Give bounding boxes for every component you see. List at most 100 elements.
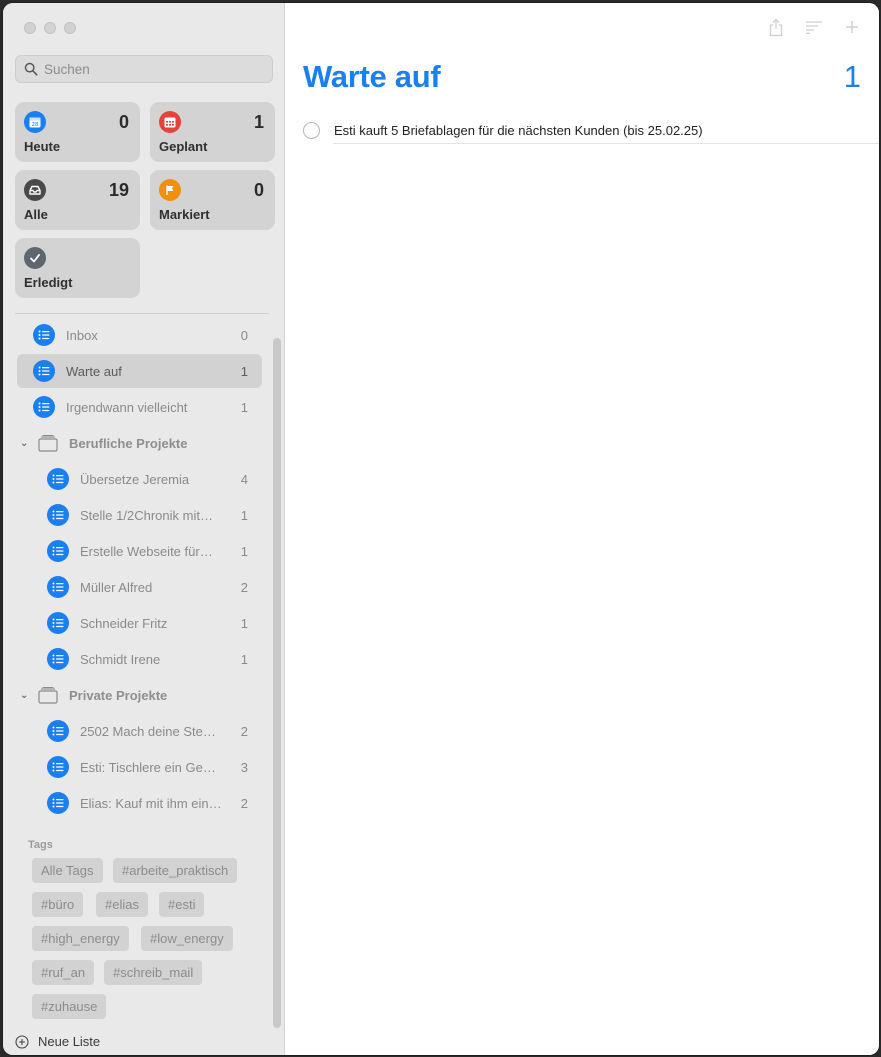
list-name: Warte auf [66,363,122,379]
add-reminder-icon[interactable] [843,17,861,37]
group-private-projekte[interactable]: ⌄ Private Projekte [20,680,167,710]
list-name: 2502 Mach deine Ste… [80,723,216,739]
list-item[interactable]: Esti: Tischlere ein Ge… 3 [17,750,262,784]
row-separator [333,143,879,144]
list-count: 2 [240,579,248,595]
list-count: 1 [240,543,248,559]
list-count: 0 [240,327,248,343]
list-item-inbox[interactable]: Inbox 0 [17,318,262,352]
search-box[interactable] [15,55,273,83]
main-content: Warte auf 1 Esti kauft 5 Briefablagen fü… [285,3,879,1055]
smart-list-count: 19 [108,180,129,200]
tag-chip[interactable]: #high_energy [32,926,129,951]
complete-checkbox[interactable] [303,121,320,139]
smart-list-label: Erledigt [24,275,73,290]
tag-all[interactable]: Alle Tags [32,858,103,883]
close-window-button[interactable] [24,22,36,34]
sidebar-scrollbar[interactable] [273,338,281,1028]
list-bullets-icon [47,468,69,490]
reminder-title[interactable]: Esti kauft 5 Briefablagen für die nächst… [334,123,703,138]
app-window: 28 0 Heute 1 Geplant 19 Alle [3,3,879,1055]
list-count: 4 [240,471,248,487]
list-item-irgendwann[interactable]: Irgendwann vielleicht 1 [17,390,262,424]
view-options-icon[interactable] [805,17,823,37]
zoom-window-button[interactable] [64,22,76,34]
list-bullets-icon [47,540,69,562]
tag-chip[interactable]: #elias [96,892,148,917]
smart-list-label: Heute [24,139,61,154]
list-name: Inbox [66,327,98,343]
list-name: Esti: Tischlere ein Ge… [80,759,216,775]
list-total-count: 1 [843,59,861,94]
list-item[interactable]: Müller Alfred 2 [17,570,262,604]
list-item[interactable]: Elias: Kauf mit ihm ein… 2 [17,786,262,820]
toolbar [767,17,861,37]
reminder-row[interactable]: Esti kauft 5 Briefablagen für die nächst… [303,115,879,145]
list-item[interactable]: 2502 Mach deine Ste… 2 [17,714,262,748]
smart-list-count: 0 [253,180,264,200]
list-item[interactable]: Übersetze Jeremia 4 [17,462,262,496]
chevron-down-icon[interactable]: ⌄ [20,690,34,701]
smart-list-scheduled[interactable]: 1 Geplant [150,102,275,162]
calendar-grid-icon [159,111,181,133]
list-name: Elias: Kauf mit ihm ein… [80,795,222,811]
list-bullets-icon [47,612,69,634]
tags-heading: Tags [28,839,53,851]
tag-chip[interactable]: #schreib_mail [104,960,203,985]
list-count: 3 [240,759,248,775]
list-name: Stelle 1/2Chronik mit… [80,507,213,523]
list-name: Erstelle Webseite für… [80,543,213,559]
list-bullets-icon [33,360,55,382]
plus-circle-icon [15,1034,29,1049]
group-name: Berufliche Projekte [69,435,188,451]
search-input[interactable] [44,61,264,77]
folder-icon [38,435,60,452]
list-name: Schmidt Irene [80,651,161,667]
chevron-down-icon[interactable]: ⌄ [20,438,34,449]
list-bullets-icon [47,792,69,814]
smart-list-today[interactable]: 28 0 Heute [15,102,140,162]
smart-list-label: Alle [24,207,48,222]
list-item[interactable]: Schneider Fritz 1 [17,606,262,640]
list-name: Schneider Fritz [80,615,168,631]
list-count: 2 [240,723,248,739]
smart-list-all[interactable]: 19 Alle [15,170,140,230]
list-bullets-icon [33,324,55,346]
tag-chip[interactable]: #esti [159,892,205,917]
share-icon[interactable] [767,17,785,37]
list-item[interactable]: Stelle 1/2Chronik mit… 1 [17,498,262,532]
list-bullets-icon [47,504,69,526]
list-name: Müller Alfred [80,579,153,595]
smart-list-flagged[interactable]: 0 Markiert [150,170,275,230]
list-count: 1 [240,615,248,631]
group-berufliche-projekte[interactable]: ⌄ Berufliche Projekte [20,428,188,458]
checkmark-icon [24,247,46,269]
tag-chip[interactable]: #low_energy [141,926,233,951]
list-count: 1 [240,363,248,379]
list-item[interactable]: Erstelle Webseite für… 1 [17,534,262,568]
add-list-button[interactable]: Neue Liste [15,1034,100,1049]
list-item[interactable]: Schmidt Irene 1 [17,642,262,676]
flag-icon [159,179,181,201]
tag-chip[interactable]: #arbeite_praktisch [113,858,238,883]
calendar-icon: 28 [24,111,46,133]
list-title: Warte auf [303,59,441,94]
smart-list-completed[interactable]: Erledigt [15,238,140,298]
list-item-warte-auf[interactable]: Warte auf 1 [17,354,262,388]
tag-chip[interactable]: #ruf_an [32,960,95,985]
list-bullets-icon [47,648,69,670]
sidebar: 28 0 Heute 1 Geplant 19 Alle [3,3,285,1055]
group-name: Private Projekte [69,687,168,703]
inbox-tray-icon [24,179,46,201]
sidebar-divider [15,313,269,314]
smart-list-label: Markiert [159,207,210,222]
list-bullets-icon [47,756,69,778]
smart-list-count: 1 [253,112,264,132]
svg-text:28: 28 [32,122,39,128]
search-icon [24,62,38,76]
minimize-window-button[interactable] [44,22,56,34]
list-bullets-icon [33,396,55,418]
tag-chip[interactable]: #büro [32,892,84,917]
add-list-label: Neue Liste [38,1034,101,1049]
tag-chip[interactable]: #zuhause [32,994,107,1019]
